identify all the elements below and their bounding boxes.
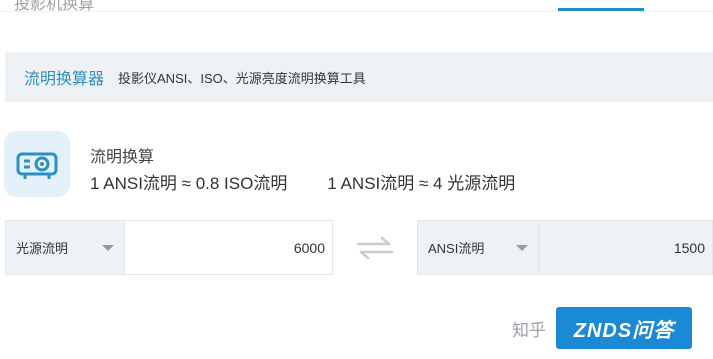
chevron-down-icon bbox=[516, 245, 528, 251]
zhihu-watermark: 知乎 bbox=[512, 320, 546, 340]
top-bar: 投影机换算 bbox=[0, 0, 713, 12]
znds-logo: ZNDS问答 bbox=[556, 307, 692, 349]
znds-logo-text: ZNDS问答 bbox=[573, 319, 675, 342]
active-tab-indicator bbox=[558, 8, 644, 11]
top-bar-title: 投影机换算 bbox=[14, 0, 95, 12]
to-unit-label: ANSI流明 bbox=[428, 241, 485, 256]
projector-icon bbox=[4, 131, 70, 197]
info-title: 流明换算 bbox=[90, 149, 155, 166]
section-header: 流明换算器 投影仪ANSI、ISO、光源亮度流明换算工具 bbox=[5, 52, 713, 102]
from-unit-select[interactable]: 光源流明 bbox=[5, 220, 125, 275]
from-value-input[interactable] bbox=[124, 220, 333, 275]
swap-arrows-icon[interactable] bbox=[356, 235, 394, 261]
conversion-ratios: 1 ANSI流明 ≈ 0.8 ISO流明 1 ANSI流明 ≈ 4 光源流明 bbox=[90, 169, 515, 194]
ratio-light-source: 1 ANSI流明 ≈ 4 光源流明 bbox=[327, 174, 516, 193]
to-value-output[interactable] bbox=[538, 220, 713, 275]
chevron-down-icon bbox=[102, 245, 114, 251]
watermark: 知乎 ZNDS问答 bbox=[512, 307, 692, 349]
converter-row: 光源流明 ANSI流明 bbox=[5, 220, 713, 277]
ratio-iso: 1 ANSI流明 ≈ 0.8 ISO流明 bbox=[90, 174, 288, 193]
tool-title: 流明换算器 bbox=[24, 71, 105, 88]
tool-subtitle: 投影仪ANSI、ISO、光源亮度流明换算工具 bbox=[118, 70, 366, 86]
page-root: 投影机换算 流明换算器 投影仪ANSI、ISO、光源亮度流明换算工具 流明换算 … bbox=[0, 0, 713, 359]
to-unit-select[interactable]: ANSI流明 bbox=[417, 220, 539, 275]
from-unit-label: 光源流明 bbox=[16, 241, 69, 256]
